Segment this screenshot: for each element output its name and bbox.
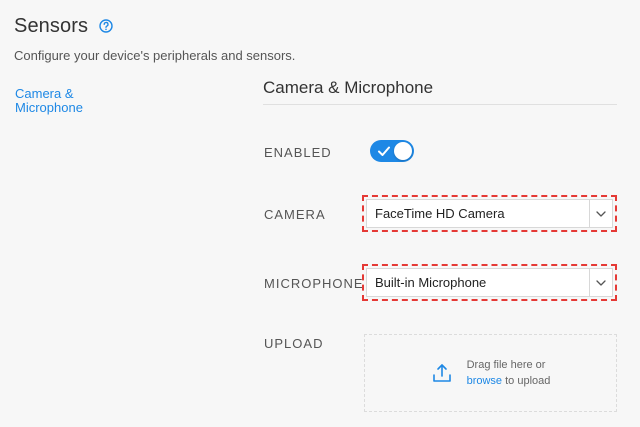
chevron-down-icon[interactable]	[589, 200, 612, 227]
browse-link[interactable]: browse	[467, 375, 502, 387]
microphone-label: MICROPHONE	[264, 276, 364, 291]
upload-label: UPLOAD	[264, 336, 324, 351]
sidebar-item-camera-microphone[interactable]: Camera & Microphone	[15, 87, 135, 115]
chevron-down-icon[interactable]	[589, 269, 612, 296]
sensors-page: Sensors Configure your device's peripher…	[0, 0, 640, 427]
microphone-select[interactable]: Built-in Microphone	[366, 268, 613, 297]
camera-label: CAMERA	[264, 207, 326, 222]
microphone-select-highlight: Built-in Microphone	[362, 264, 617, 301]
check-icon	[378, 146, 390, 156]
upload-line-1: Drag file here or	[466, 359, 546, 371]
upload-icon	[432, 364, 451, 382]
page-header: Sensors Configure your device's peripher…	[14, 12, 614, 64]
upload-line-2: browse to upload	[467, 373, 551, 389]
page-title: Sensors	[14, 14, 89, 37]
upload-instructions: Drag file here or browse to upload	[467, 357, 551, 389]
upload-dropzone[interactable]: Drag file here or browse to upload	[364, 334, 617, 412]
camera-select-highlight: FaceTime HD Camera	[362, 195, 617, 232]
section-divider	[263, 104, 617, 105]
toggle-knob	[394, 142, 412, 160]
enabled-label: ENABLED	[264, 145, 332, 160]
page-subtitle: Configure your device's peripherals and …	[14, 48, 296, 63]
upload-line-2-suffix: to upload	[502, 375, 551, 387]
microphone-select-value: Built-in Microphone	[375, 275, 487, 290]
title-row: Sensors	[14, 12, 614, 40]
enabled-toggle[interactable]	[370, 140, 414, 162]
section-title: Camera & Microphone	[263, 78, 434, 97]
camera-select-value: FaceTime HD Camera	[375, 206, 505, 221]
help-circle-icon[interactable]	[96, 16, 116, 36]
camera-select[interactable]: FaceTime HD Camera	[366, 199, 613, 228]
